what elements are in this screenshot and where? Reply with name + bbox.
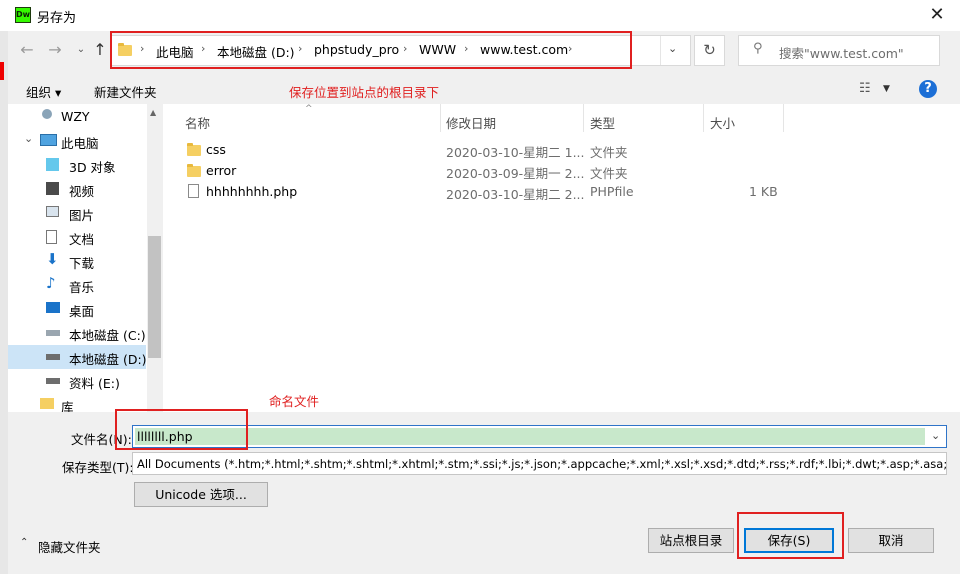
view-dropdown-icon[interactable]: ▼: [883, 84, 890, 94]
chevron-down-icon[interactable]: ⌄: [931, 429, 940, 442]
computer-icon: [40, 134, 57, 146]
nav-item-user[interactable]: WZY: [8, 105, 146, 129]
title-bar: [0, 0, 960, 31]
forward-arrow-icon[interactable]: →: [46, 40, 64, 60]
table-row[interactable]: error 2020-03-09-星期一 2... 文件夹: [163, 160, 960, 181]
download-icon: ⬇: [46, 250, 59, 268]
table-row[interactable]: css 2020-03-10-星期二 1... 文件夹: [163, 139, 960, 160]
desktop-icon: [46, 302, 60, 313]
annotation-name-file: 命名文件: [269, 394, 320, 409]
nav-item-pictures[interactable]: 图片: [8, 201, 146, 225]
nav-item-drive-e[interactable]: 资料 (E:): [8, 369, 146, 393]
table-row[interactable]: hhhhhhhh.php 2020-03-10-星期二 2... PHPfile…: [163, 181, 960, 202]
filename-highlight: [135, 428, 925, 445]
site-root-button[interactable]: 站点根目录: [648, 528, 734, 553]
annotation-box-save: [737, 512, 844, 559]
file-date: 2020-03-10-星期二 1...: [446, 145, 585, 160]
picture-icon: [46, 206, 59, 217]
annotation-save-location: 保存位置到站点的根目录下: [289, 85, 440, 100]
view-options-icon[interactable]: ☷: [859, 81, 871, 96]
address-divider: [660, 36, 661, 65]
nav-item-desktop[interactable]: 桌面: [8, 297, 146, 321]
filename-field[interactable]: llllllll.php ⌄: [132, 425, 947, 448]
file-size: 1 KB: [749, 184, 778, 199]
annotation-box-address: [110, 31, 632, 69]
nav-item-drive-d[interactable]: 本地磁盘 (D:): [8, 345, 147, 369]
nav-item-documents[interactable]: 文档: [8, 225, 146, 249]
background-marker: [0, 62, 4, 80]
nav-item-music[interactable]: ♪ 音乐: [8, 273, 146, 297]
refresh-icon[interactable]: ↻: [694, 35, 725, 66]
nav-item-3d-objects[interactable]: 3D 对象: [8, 153, 146, 177]
app-icon: Dw: [15, 7, 31, 23]
filetype-value: All Documents (*.htm;*.html;*.shtm;*.sht…: [137, 457, 947, 471]
new-folder-button[interactable]: 新建文件夹: [94, 82, 157, 101]
organize-button[interactable]: 组织 ▾: [26, 82, 61, 101]
column-header-date[interactable]: 修改日期: [446, 113, 496, 132]
recent-dropdown-icon[interactable]: ⌄: [72, 40, 90, 60]
up-arrow-icon[interactable]: ↑: [91, 40, 109, 60]
expand-icon[interactable]: ⌄: [24, 132, 33, 145]
document-icon: [46, 230, 57, 244]
drive-icon: [46, 330, 60, 336]
file-icon: [188, 184, 199, 198]
folder-icon: [187, 164, 201, 177]
column-header-name[interactable]: 名称: [185, 113, 210, 132]
drive-icon: [46, 378, 60, 384]
file-name: css: [206, 142, 226, 157]
file-name: error: [206, 163, 237, 178]
column-divider[interactable]: [703, 104, 704, 132]
hide-folders-toggle[interactable]: 隐藏文件夹: [38, 537, 101, 556]
nav-item-downloads[interactable]: ⬇ 下载: [8, 249, 146, 273]
search-icon: ⚲: [753, 41, 763, 56]
nav-item-videos[interactable]: 视频: [8, 177, 146, 201]
search-placeholder: 搜索"www.test.com": [779, 46, 904, 61]
music-icon: ♪: [46, 274, 56, 292]
column-divider[interactable]: [583, 104, 584, 132]
annotation-box-filename: [115, 409, 248, 450]
filetype-label: 保存类型(T):: [62, 460, 134, 475]
dialog-title: 另存为: [37, 11, 77, 26]
background-window-edge: [0, 31, 8, 574]
folder-icon: [187, 143, 201, 156]
chevron-down-icon[interactable]: ⌄: [668, 42, 677, 55]
column-header-type[interactable]: 类型: [590, 113, 615, 132]
file-type: 文件夹: [590, 145, 628, 160]
close-icon[interactable]: ✕: [926, 4, 948, 26]
file-name: hhhhhhhh.php: [206, 184, 298, 199]
file-type: 文件夹: [590, 166, 628, 181]
nav-item-this-pc[interactable]: ⌄ 此电脑: [8, 129, 146, 153]
file-date: 2020-03-09-星期一 2...: [446, 166, 585, 181]
unicode-options-button[interactable]: Unicode 选项...: [134, 482, 268, 507]
scroll-up-icon[interactable]: ▲: [150, 108, 156, 117]
help-icon[interactable]: ?: [919, 80, 937, 98]
user-icon: [42, 109, 52, 119]
nav-scroll-thumb[interactable]: [148, 236, 161, 358]
back-arrow-icon[interactable]: ←: [18, 40, 36, 60]
column-header-size[interactable]: 大小: [710, 113, 735, 132]
file-type: PHPfile: [590, 184, 634, 199]
cancel-button[interactable]: 取消: [848, 528, 934, 553]
nav-item-drive-c[interactable]: 本地磁盘 (C:): [8, 321, 146, 345]
drive-icon: [46, 354, 60, 360]
column-divider[interactable]: [440, 104, 441, 132]
video-icon: [46, 182, 59, 195]
library-icon: [40, 398, 54, 409]
sort-indicator-icon: ^: [305, 104, 313, 114]
filetype-select[interactable]: All Documents (*.htm;*.html;*.shtm;*.sht…: [132, 452, 947, 475]
column-divider[interactable]: [783, 104, 784, 132]
file-date: 2020-03-10-星期二 2...: [446, 187, 585, 202]
collapse-icon[interactable]: ⌃: [20, 537, 28, 548]
cube-icon: [46, 158, 59, 171]
